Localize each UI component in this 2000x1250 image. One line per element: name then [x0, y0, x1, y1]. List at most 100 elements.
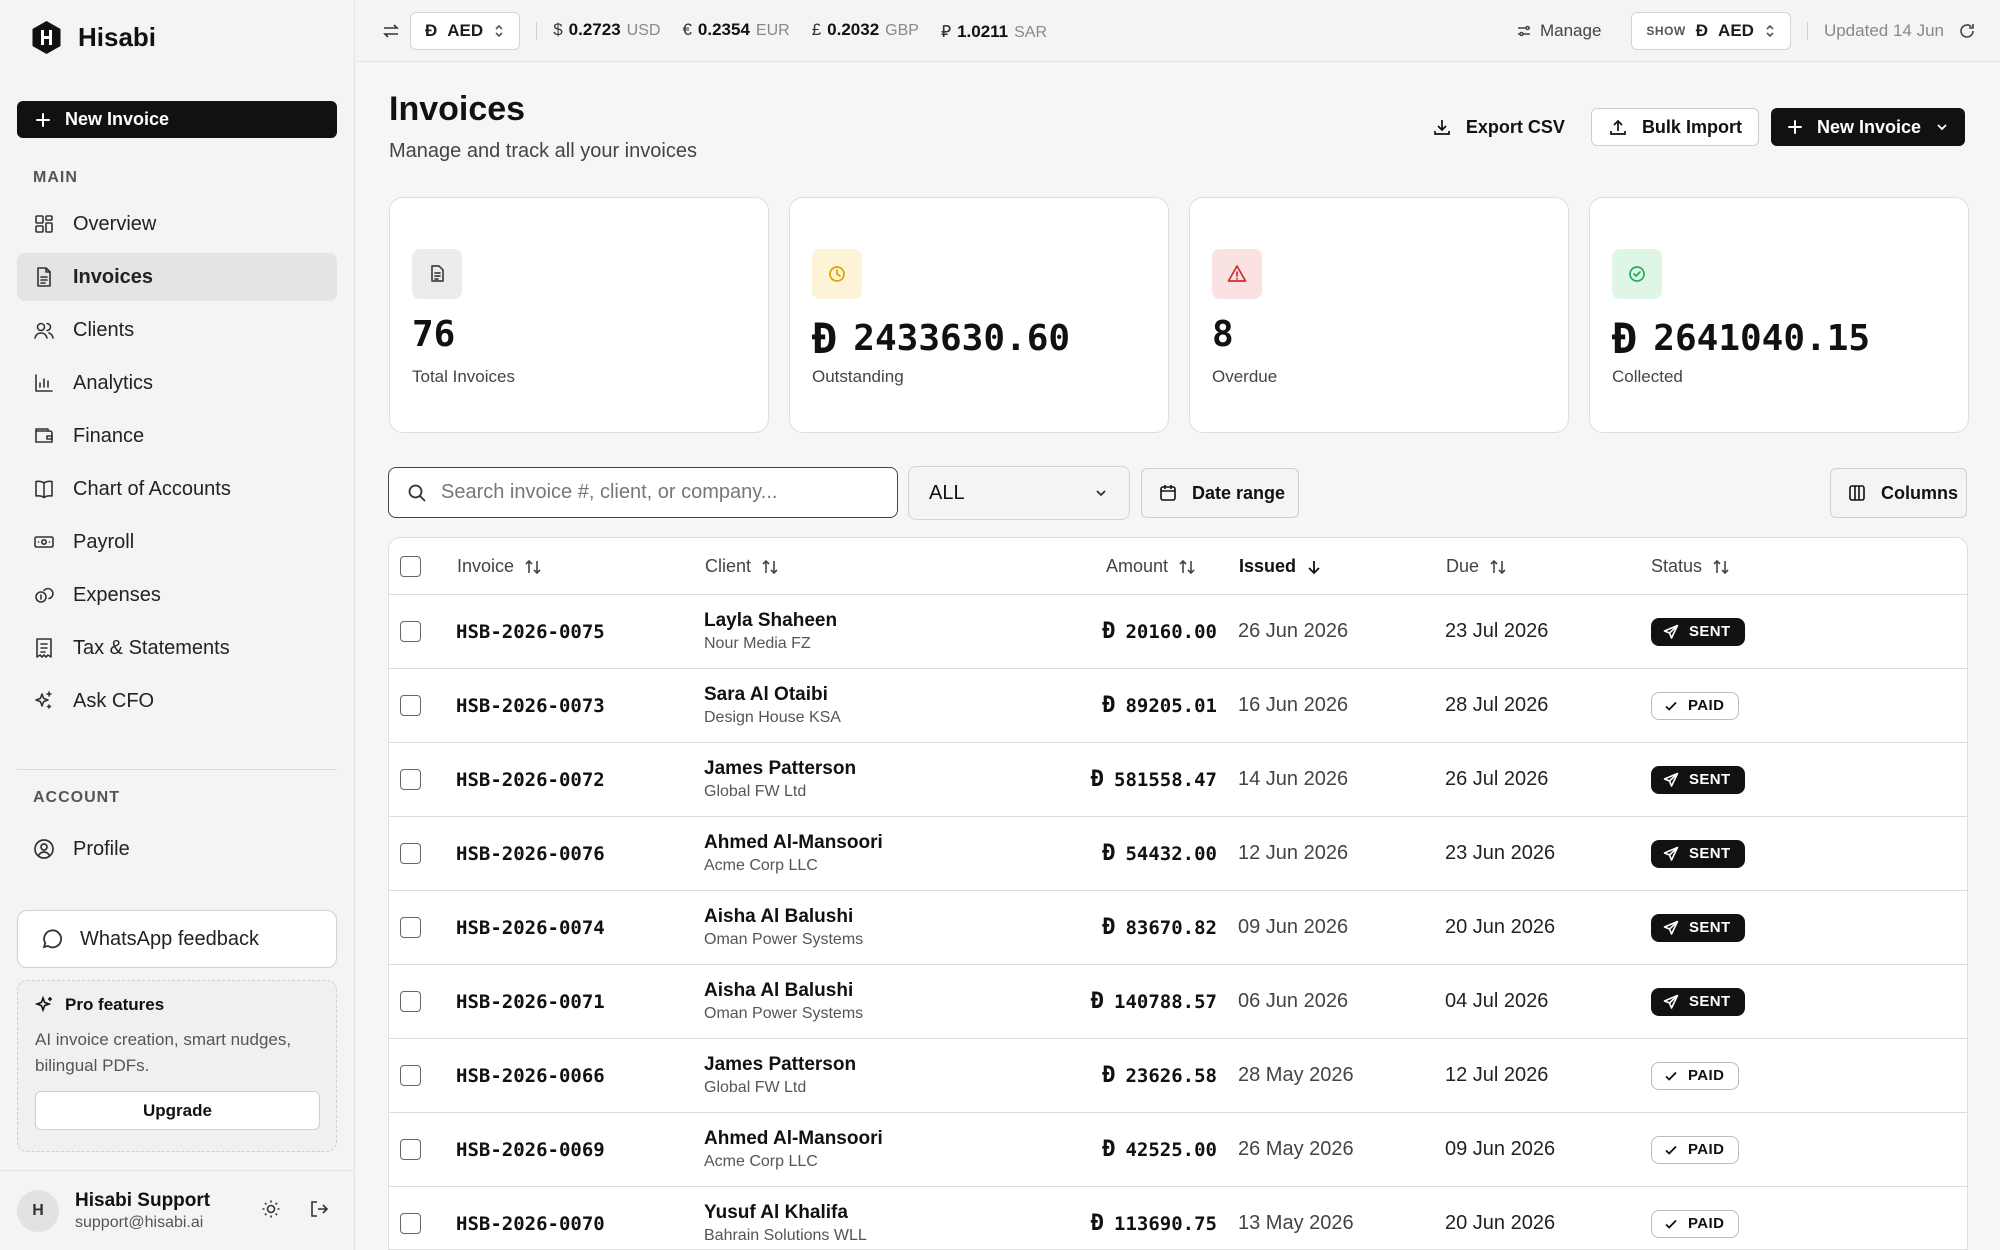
sidebar-item-tax-statements[interactable]: Tax & Statements [17, 624, 337, 672]
status-text: PAID [1688, 1141, 1725, 1158]
column-header-client[interactable]: Client [705, 538, 779, 595]
sidebar-item-finance[interactable]: Finance [17, 412, 337, 460]
column-header-amount[interactable]: Amount [1106, 538, 1196, 595]
sort-icon [762, 559, 778, 574]
row-checkbox[interactable] [400, 1213, 421, 1234]
sidebar-item-payroll[interactable]: Payroll [17, 518, 337, 566]
upgrade-button[interactable]: Upgrade [35, 1091, 320, 1130]
sidebar-item-chart-of-accounts[interactable]: Chart of Accounts [17, 465, 337, 513]
sidebar-item-clients[interactable]: Clients [17, 306, 337, 354]
sidebar-item-ask-cfo[interactable]: Ask CFO [17, 677, 337, 725]
table-row[interactable]: HSB-2026-0074 Aisha Al Balushi Oman Power … [389, 891, 1967, 965]
manage-rates-button[interactable]: Manage [1516, 21, 1601, 41]
rate-value: 0.2723 [568, 19, 621, 39]
invoice-number[interactable]: HSB-2026-0070 [456, 1213, 605, 1235]
row-checkbox[interactable] [400, 769, 421, 790]
status-text: SENT [1689, 919, 1731, 936]
row-checkbox[interactable] [400, 1139, 421, 1160]
invoice-number[interactable]: HSB-2026-0069 [456, 1139, 605, 1161]
table-row[interactable]: HSB-2026-0066 James Patterson Global FW Lt… [389, 1039, 1967, 1113]
client-company: Nour Media FZ [704, 635, 811, 652]
base-currency-select[interactable]: Đ AED [410, 11, 521, 50]
invoice-number[interactable]: HSB-2026-0071 [456, 991, 605, 1013]
client-company: Acme Corp LLC [704, 857, 818, 874]
column-header-issued[interactable]: Issued [1239, 538, 1322, 595]
table-row[interactable]: HSB-2026-0076 Ahmed Al-Mansoori Acme Corp … [389, 817, 1967, 891]
stat-value: 2433630.60 [853, 318, 1071, 359]
bulk-import-button[interactable]: Bulk Import [1590, 108, 1759, 146]
column-header-invoice[interactable]: Invoice [457, 538, 542, 595]
pro-title: Pro features [65, 995, 165, 1014]
sidebar-item-invoices[interactable]: Invoices [17, 253, 337, 301]
dirham-icon: Đ [1090, 1211, 1105, 1236]
brand[interactable]: Hisabi [31, 20, 156, 55]
new-invoice-button[interactable]: New Invoice [1770, 108, 1965, 146]
sun-icon[interactable] [261, 1199, 281, 1219]
invoice-number[interactable]: HSB-2026-0075 [456, 621, 605, 643]
sidebar-new-invoice-button[interactable]: New Invoice [17, 101, 337, 138]
sidebar-item-label: Clients [73, 318, 135, 341]
client-company: Oman Power Systems [704, 931, 864, 948]
refresh-icon[interactable] [1958, 22, 1976, 40]
issued-date: 13 May 2026 [1238, 1212, 1354, 1234]
invoice-number[interactable]: HSB-2026-0076 [456, 843, 605, 865]
plus-icon [1787, 120, 1802, 134]
sidebar-item-overview[interactable]: Overview [17, 200, 337, 248]
rate-value: 0.2354 [697, 19, 750, 39]
table-row[interactable]: HSB-2026-0071 Aisha Al Balushi Oman Power … [389, 965, 1967, 1039]
table-row[interactable]: HSB-2026-0070 Yusuf Al Khalifa Bahrain Sol… [389, 1187, 1967, 1249]
due-date: 23 Jun 2026 [1445, 842, 1556, 864]
user-email: support@hisabi.ai [75, 1213, 204, 1231]
separator [536, 21, 538, 40]
sidebar-item-profile[interactable]: Profile [17, 825, 337, 873]
table-row[interactable]: HSB-2026-0073 Sara Al Otaibi Design House … [389, 669, 1967, 743]
table-row[interactable]: HSB-2026-0075 Layla Shaheen Nour Media FZ Đ… [389, 595, 1967, 669]
pro-description: AI invoice creation, smart nudges, bilin… [35, 1030, 292, 1075]
search-input[interactable] [441, 481, 861, 504]
avatar[interactable]: H [17, 1189, 59, 1232]
stat-card-overdue: 8 Overdue [1189, 197, 1569, 433]
client-name: James Patterson [704, 1054, 857, 1075]
date-range-button[interactable]: Date range [1141, 468, 1299, 518]
status-filter-select[interactable]: ALL [908, 466, 1130, 520]
invoice-number[interactable]: HSB-2026-0074 [456, 917, 605, 939]
status-text: SENT [1689, 623, 1731, 640]
banknote-icon [34, 536, 54, 548]
display-currency-select[interactable]: SHOW Đ AED [1631, 12, 1791, 50]
sidebar-item-label: Ask CFO [73, 689, 155, 712]
row-checkbox[interactable] [400, 621, 421, 642]
sidebar-item-expenses[interactable]: Expenses [17, 571, 337, 619]
send-icon [1663, 624, 1679, 639]
issued-date: 12 Jun 2026 [1238, 842, 1349, 864]
table-row[interactable]: HSB-2026-0069 Ahmed Al-Mansoori Acme Corp … [389, 1113, 1967, 1187]
invoice-amount: 23626.58 [1125, 1064, 1217, 1087]
book-icon [35, 480, 53, 499]
currency-symbol: £ [811, 19, 822, 39]
column-header-due[interactable]: Due [1446, 538, 1507, 595]
due-date: 12 Jul 2026 [1445, 1064, 1549, 1086]
row-checkbox[interactable] [400, 991, 421, 1012]
swap-icon[interactable] [382, 22, 400, 40]
row-checkbox[interactable] [400, 843, 421, 864]
column-header-status[interactable]: Status [1651, 538, 1730, 595]
currency-symbol: $ [553, 19, 563, 39]
row-checkbox[interactable] [400, 695, 421, 716]
plus-icon [36, 112, 50, 127]
invoice-number[interactable]: HSB-2026-0073 [456, 695, 605, 717]
sidebar-item-label: Overview [73, 212, 157, 235]
columns-button[interactable]: Columns [1830, 468, 1967, 518]
table-header: Invoice Client Amount Issued Due Status [389, 538, 1967, 595]
invoice-number[interactable]: HSB-2026-0072 [456, 769, 605, 791]
due-date: 09 Jun 2026 [1445, 1138, 1556, 1160]
select-all-checkbox[interactable] [400, 556, 421, 577]
table-row[interactable]: HSB-2026-0072 James Patterson Global FW Lt… [389, 743, 1967, 817]
stat-value: 2641040.15 [1653, 318, 1871, 359]
sliders-icon [1517, 25, 1530, 37]
logout-icon[interactable] [309, 1199, 329, 1219]
row-checkbox[interactable] [400, 917, 421, 938]
invoice-number[interactable]: HSB-2026-0066 [456, 1065, 605, 1087]
export-csv-button[interactable]: Export CSV [1418, 108, 1579, 146]
whatsapp-feedback-button[interactable]: WhatsApp feedback [17, 910, 337, 968]
row-checkbox[interactable] [400, 1065, 421, 1086]
sidebar-item-analytics[interactable]: Analytics [17, 359, 337, 407]
